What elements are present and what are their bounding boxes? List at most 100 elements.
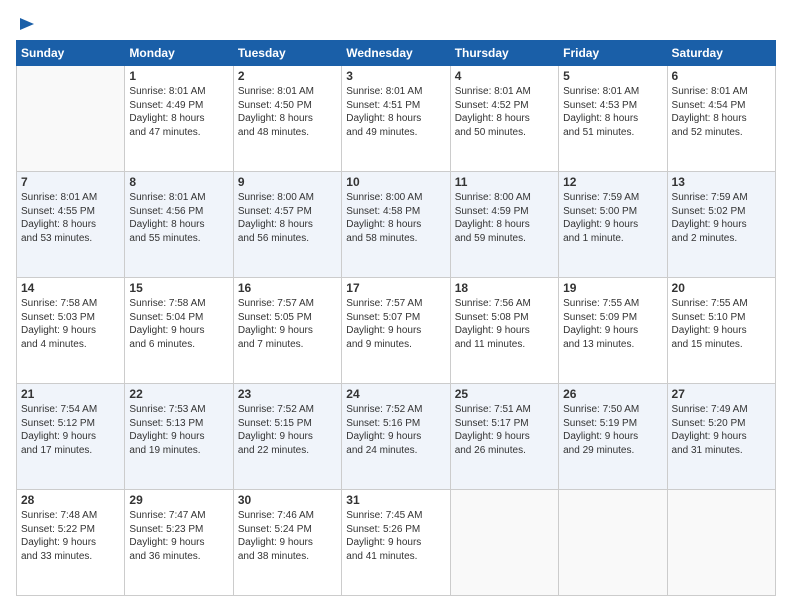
day-detail: Sunrise: 7:54 AMSunset: 5:12 PMDaylight:… (21, 403, 120, 457)
calendar-cell: 26 Sunrise: 7:50 AMSunset: 5:19 PMDayligh… (559, 384, 667, 490)
week-row-3: 14 Sunrise: 7:58 AMSunset: 5:03 PMDayligh… (17, 278, 776, 384)
week-row-2: 7 Sunrise: 8:01 AMSunset: 4:55 PMDaylight… (17, 172, 776, 278)
calendar-cell: 13Sunrise: 7:59 AMSunset: 5:02 PMDayligh… (667, 172, 775, 278)
day-detail: Sunrise: 7:51 AMSunset: 5:17 PMDaylight:… (455, 403, 554, 457)
day-detail: Sunrise: 7:46 AMSunset: 5:24 PMDaylight:… (238, 509, 337, 563)
day-number: 26 (563, 387, 662, 401)
day-detail: Sunrise: 8:01 AMSunset: 4:50 PMDaylight:… (238, 85, 337, 139)
day-number: 23 (238, 387, 337, 401)
week-row-5: 28 Sunrise: 7:48 AMSunset: 5:22 PMDayligh… (17, 490, 776, 596)
calendar-cell: 10Sunrise: 8:00 AMSunset: 4:58 PMDayligh… (342, 172, 450, 278)
day-detail: Sunrise: 7:58 AMSunset: 5:04 PMDaylight:… (129, 297, 228, 351)
day-number: 7 (21, 175, 120, 189)
logo-flag-icon (18, 16, 36, 34)
day-number: 19 (563, 281, 662, 295)
day-detail: Sunrise: 8:01 AMSunset: 4:52 PMDaylight:… (455, 85, 554, 139)
day-detail: Sunrise: 7:52 AMSunset: 5:16 PMDaylight:… (346, 403, 445, 457)
day-detail: Sunrise: 8:01 AMSunset: 4:56 PMDaylight:… (129, 191, 228, 245)
day-detail: Sunrise: 8:01 AMSunset: 4:55 PMDaylight:… (21, 191, 120, 245)
day-number: 6 (672, 69, 771, 83)
calendar-cell: 4 Sunrise: 8:01 AMSunset: 4:52 PMDaylight… (450, 66, 558, 172)
day-detail: Sunrise: 8:00 AMSunset: 4:57 PMDaylight:… (238, 191, 337, 245)
day-detail: Sunrise: 7:49 AMSunset: 5:20 PMDaylight:… (672, 403, 771, 457)
calendar-page: SundayMondayTuesdayWednesdayThursdayFrid… (0, 0, 792, 612)
day-number: 20 (672, 281, 771, 295)
day-detail: Sunrise: 7:59 AMSunset: 5:00 PMDaylight:… (563, 191, 662, 245)
day-number: 27 (672, 387, 771, 401)
calendar-cell: 6 Sunrise: 8:01 AMSunset: 4:54 PMDaylight… (667, 66, 775, 172)
day-number: 9 (238, 175, 337, 189)
day-number: 12 (563, 175, 662, 189)
day-detail: Sunrise: 7:55 AMSunset: 5:09 PMDaylight:… (563, 297, 662, 351)
day-number: 3 (346, 69, 445, 83)
day-detail: Sunrise: 8:00 AMSunset: 4:59 PMDaylight:… (455, 191, 554, 245)
day-detail: Sunrise: 8:01 AMSunset: 4:54 PMDaylight:… (672, 85, 771, 139)
col-header-monday: Monday (125, 41, 233, 66)
day-detail: Sunrise: 7:57 AMSunset: 5:05 PMDaylight:… (238, 297, 337, 351)
day-detail: Sunrise: 7:50 AMSunset: 5:19 PMDaylight:… (563, 403, 662, 457)
calendar-cell: 31 Sunrise: 7:45 AMSunset: 5:26 PMDayligh… (342, 490, 450, 596)
calendar-cell: 5 Sunrise: 8:01 AMSunset: 4:53 PMDaylight… (559, 66, 667, 172)
calendar-cell: 2 Sunrise: 8:01 AMSunset: 4:50 PMDaylight… (233, 66, 341, 172)
day-detail: Sunrise: 8:01 AMSunset: 4:53 PMDaylight:… (563, 85, 662, 139)
day-number: 2 (238, 69, 337, 83)
day-detail: Sunrise: 7:48 AMSunset: 5:22 PMDaylight:… (21, 509, 120, 563)
day-detail: Sunrise: 7:59 AMSunset: 5:02 PMDaylight:… (672, 191, 771, 245)
day-number: 18 (455, 281, 554, 295)
calendar-cell: 21 Sunrise: 7:54 AMSunset: 5:12 PMDayligh… (17, 384, 125, 490)
calendar-cell: 18Sunrise: 7:56 AMSunset: 5:08 PMDayligh… (450, 278, 558, 384)
calendar-cell: 29Sunrise: 7:47 AMSunset: 5:23 PMDayligh… (125, 490, 233, 596)
calendar-cell: 20Sunrise: 7:55 AMSunset: 5:10 PMDayligh… (667, 278, 775, 384)
logo-text (16, 16, 36, 34)
col-header-thursday: Thursday (450, 41, 558, 66)
calendar-table: SundayMondayTuesdayWednesdayThursdayFrid… (16, 40, 776, 596)
calendar-cell (450, 490, 558, 596)
week-row-4: 21 Sunrise: 7:54 AMSunset: 5:12 PMDayligh… (17, 384, 776, 490)
calendar-cell: 16 Sunrise: 7:57 AMSunset: 5:05 PMDayligh… (233, 278, 341, 384)
week-row-1: 1 Sunrise: 8:01 AMSunset: 4:49 PMDaylight… (17, 66, 776, 172)
day-number: 21 (21, 387, 120, 401)
day-number: 16 (238, 281, 337, 295)
calendar-cell: 30Sunrise: 7:46 AMSunset: 5:24 PMDayligh… (233, 490, 341, 596)
calendar-cell (17, 66, 125, 172)
day-number: 25 (455, 387, 554, 401)
header-row: SundayMondayTuesdayWednesdayThursdayFrid… (17, 41, 776, 66)
calendar-cell (667, 490, 775, 596)
day-number: 8 (129, 175, 228, 189)
day-number: 4 (455, 69, 554, 83)
day-number: 1 (129, 69, 228, 83)
calendar-cell: 3Sunrise: 8:01 AMSunset: 4:51 PMDaylight… (342, 66, 450, 172)
calendar-cell: 7 Sunrise: 8:01 AMSunset: 4:55 PMDaylight… (17, 172, 125, 278)
calendar-cell: 11 Sunrise: 8:00 AMSunset: 4:59 PMDayligh… (450, 172, 558, 278)
day-detail: Sunrise: 8:01 AMSunset: 4:49 PMDaylight:… (129, 85, 228, 139)
logo (16, 16, 36, 30)
calendar-cell: 15Sunrise: 7:58 AMSunset: 5:04 PMDayligh… (125, 278, 233, 384)
day-number: 31 (346, 493, 445, 507)
day-detail: Sunrise: 7:57 AMSunset: 5:07 PMDaylight:… (346, 297, 445, 351)
calendar-cell: 19 Sunrise: 7:55 AMSunset: 5:09 PMDayligh… (559, 278, 667, 384)
day-detail: Sunrise: 7:52 AMSunset: 5:15 PMDaylight:… (238, 403, 337, 457)
day-number: 14 (21, 281, 120, 295)
day-detail: Sunrise: 7:45 AMSunset: 5:26 PMDaylight:… (346, 509, 445, 563)
calendar-cell: 24Sunrise: 7:52 AMSunset: 5:16 PMDayligh… (342, 384, 450, 490)
col-header-saturday: Saturday (667, 41, 775, 66)
col-header-wednesday: Wednesday (342, 41, 450, 66)
calendar-cell: 12 Sunrise: 7:59 AMSunset: 5:00 PMDayligh… (559, 172, 667, 278)
calendar-cell: 22 Sunrise: 7:53 AMSunset: 5:13 PMDayligh… (125, 384, 233, 490)
day-detail: Sunrise: 7:47 AMSunset: 5:23 PMDaylight:… (129, 509, 228, 563)
day-number: 28 (21, 493, 120, 507)
day-detail: Sunrise: 7:58 AMSunset: 5:03 PMDaylight:… (21, 297, 120, 351)
calendar-cell: 1 Sunrise: 8:01 AMSunset: 4:49 PMDaylight… (125, 66, 233, 172)
day-detail: Sunrise: 7:53 AMSunset: 5:13 PMDaylight:… (129, 403, 228, 457)
calendar-cell: 9 Sunrise: 8:00 AMSunset: 4:57 PMDaylight… (233, 172, 341, 278)
calendar-cell: 28 Sunrise: 7:48 AMSunset: 5:22 PMDayligh… (17, 490, 125, 596)
day-number: 5 (563, 69, 662, 83)
calendar-cell: 17Sunrise: 7:57 AMSunset: 5:07 PMDayligh… (342, 278, 450, 384)
day-detail: Sunrise: 8:00 AMSunset: 4:58 PMDaylight:… (346, 191, 445, 245)
col-header-friday: Friday (559, 41, 667, 66)
col-header-tuesday: Tuesday (233, 41, 341, 66)
calendar-cell: 25 Sunrise: 7:51 AMSunset: 5:17 PMDayligh… (450, 384, 558, 490)
day-number: 11 (455, 175, 554, 189)
day-number: 22 (129, 387, 228, 401)
calendar-cell: 23 Sunrise: 7:52 AMSunset: 5:15 PMDayligh… (233, 384, 341, 490)
